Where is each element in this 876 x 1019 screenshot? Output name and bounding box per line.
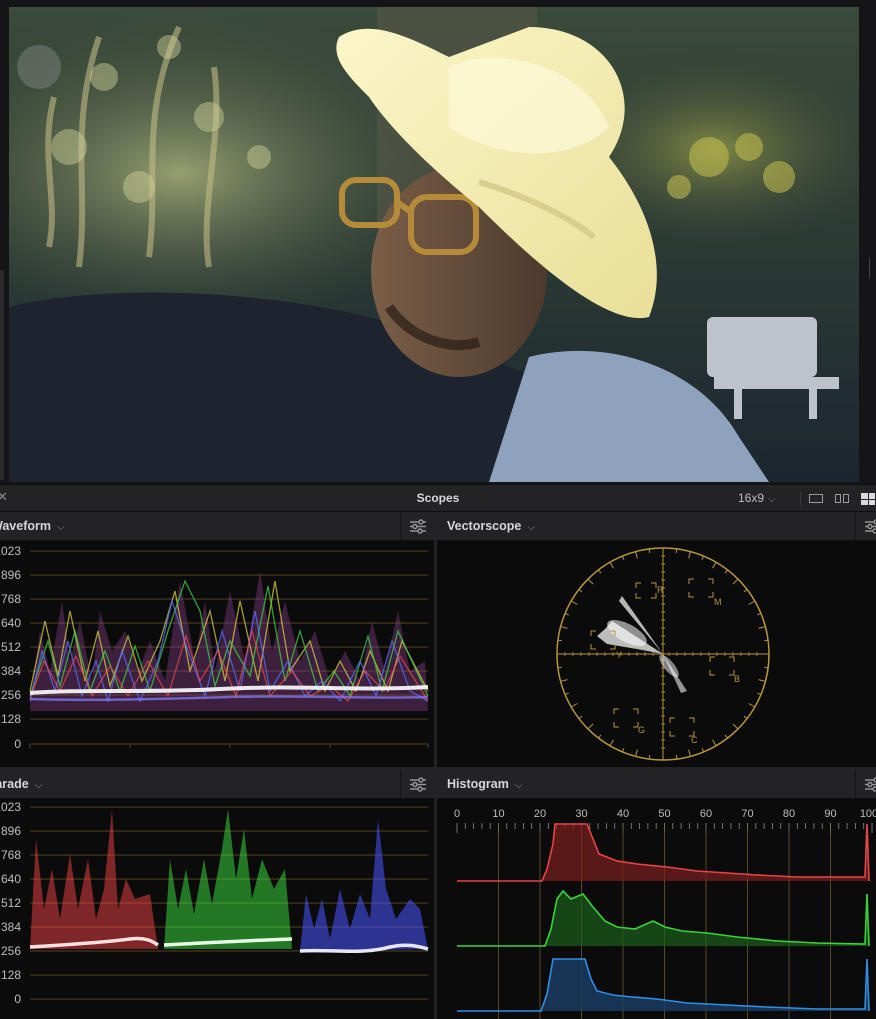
axis-label: 90 <box>824 808 836 820</box>
axis-label: 30 <box>575 808 587 820</box>
scale-label: 0 <box>14 992 21 1006</box>
svg-text:R: R <box>657 585 664 595</box>
vectorscope-title: Vectorscope <box>447 519 522 533</box>
target-m: M <box>688 578 722 607</box>
vectorscope-header: Vectorscope ⌵ <box>437 512 876 541</box>
axis-label: 100 <box>860 808 876 820</box>
parade-header: Parade ⌵ <box>0 770 434 799</box>
chevron-down-icon: ⌵ <box>34 780 43 791</box>
chevron-down-icon: ⌵ <box>527 522 535 533</box>
svg-text:C: C <box>691 735 698 745</box>
vectorscope-panel: Vectorscope ⌵ R M B C G Y <box>437 512 876 767</box>
axis-label: 40 <box>617 808 629 820</box>
scopes-header: ✕ Scopes 16x9 ⌵ <box>0 484 876 512</box>
axis-label: 80 <box>783 808 795 820</box>
quad-view-icon[interactable] <box>861 493 875 505</box>
scale-label: 256 <box>1 688 21 702</box>
right-panel-handle[interactable] <box>869 258 876 278</box>
scope-divider-horizontal[interactable] <box>0 767 876 770</box>
axis-label: 60 <box>700 808 712 820</box>
chevron-down-icon: ⌵ <box>514 780 523 791</box>
scale-label: 0 <box>14 737 21 751</box>
axis-label: 70 <box>741 808 753 820</box>
viewer-frame[interactable] <box>9 7 859 482</box>
scale-label: 896 <box>1 568 21 582</box>
histogram-blue-channel <box>457 958 870 1012</box>
vectorscope-scope-selector[interactable]: Vectorscope ⌵ <box>447 519 535 533</box>
scale-label: 896 <box>1 824 21 838</box>
vectorscope-trace <box>597 596 687 693</box>
waveform-display[interactable]: 1023 896 768 640 512 384 256 128 0 <box>0 541 434 767</box>
histogram-header: Histogram ⌵ <box>437 770 876 799</box>
sliders-icon[interactable] <box>400 770 434 799</box>
scale-label: 768 <box>1 848 21 862</box>
svg-text:G: G <box>638 725 645 735</box>
parade-scope-selector[interactable]: Parade ⌵ <box>0 777 42 791</box>
target-g: G <box>613 708 645 735</box>
scale-label: 768 <box>1 592 21 606</box>
histogram-title: Histogram <box>447 777 509 791</box>
svg-text:M: M <box>714 597 722 607</box>
scale-label: 1023 <box>0 800 21 814</box>
scale-label: 1023 <box>0 544 21 558</box>
axis-label: 0 <box>454 808 460 820</box>
parade-panel: Parade ⌵ 1023 896 768 640 512 384 256 <box>0 770 434 1019</box>
scale-label: 128 <box>1 712 21 726</box>
scale-label: 512 <box>1 640 21 654</box>
aspect-ratio-dropdown[interactable]: 16x9 ⌵ <box>738 491 776 505</box>
viewer-image <box>9 7 859 482</box>
sliders-icon[interactable] <box>855 512 876 541</box>
sliders-icon[interactable] <box>855 770 876 799</box>
waveform-panel: Waveform ⌵ 1023 896 768 640 512 384 256 <box>0 512 434 767</box>
waveform-scale: 1023 896 768 640 512 384 256 128 0 <box>0 544 21 751</box>
aspect-ratio-value: 16x9 <box>738 491 765 505</box>
single-view-icon[interactable] <box>809 494 823 503</box>
waveform-header: Waveform ⌵ <box>0 512 434 541</box>
target-r: R <box>635 582 664 599</box>
histogram-red-channel <box>457 823 870 882</box>
histogram-panel: Histogram ⌵ 0 10 20 30 40 50 60 70 80 90 … <box>437 770 876 1019</box>
axis-label: 20 <box>534 808 546 820</box>
chevron-down-icon: ⌵ <box>56 522 65 533</box>
scale-label: 384 <box>1 920 21 934</box>
scale-label: 640 <box>1 616 21 630</box>
scale-label: 640 <box>1 872 21 886</box>
histogram-axis-labels: 0 10 20 30 40 50 60 70 80 90 100 <box>454 808 876 820</box>
svg-text:Y: Y <box>616 650 622 660</box>
scale-label: 512 <box>1 896 21 910</box>
histogram-green-channel <box>457 889 870 947</box>
waveform-scope-selector[interactable]: Waveform ⌵ <box>0 519 65 533</box>
dual-view-icon[interactable] <box>835 494 849 503</box>
waveform-title: Waveform <box>0 519 51 533</box>
histogram-scope-selector[interactable]: Histogram ⌵ <box>447 777 522 791</box>
scale-label: 384 <box>1 664 21 678</box>
parade-display[interactable]: 1023 896 768 640 512 384 256 128 0 <box>0 799 434 1019</box>
layout-switcher <box>800 492 875 506</box>
target-c: C <box>669 717 698 745</box>
target-b: B <box>709 656 740 684</box>
viewer <box>0 0 876 484</box>
axis-label: 10 <box>492 808 504 820</box>
svg-text:B: B <box>734 674 740 684</box>
scale-label: 128 <box>1 968 21 982</box>
histogram-display[interactable]: 0 10 20 30 40 50 60 70 80 90 100 <box>437 799 876 1019</box>
chevron-down-icon: ⌵ <box>768 494 776 505</box>
parade-scale: 1023 896 768 640 512 384 256 128 0 <box>0 800 21 1006</box>
left-panel-handle[interactable] <box>0 270 4 480</box>
sliders-icon[interactable] <box>400 512 434 541</box>
scope-divider-vertical[interactable] <box>434 512 437 1019</box>
waveform-ticks <box>29 744 429 748</box>
axis-label: 50 <box>658 808 670 820</box>
scale-label: 256 <box>1 944 21 958</box>
parade-title: Parade <box>0 777 29 791</box>
parade-blue-channel <box>299 819 429 954</box>
vectorscope-display[interactable]: R M B C G Y <box>437 541 876 767</box>
waveform-trace <box>29 571 429 711</box>
